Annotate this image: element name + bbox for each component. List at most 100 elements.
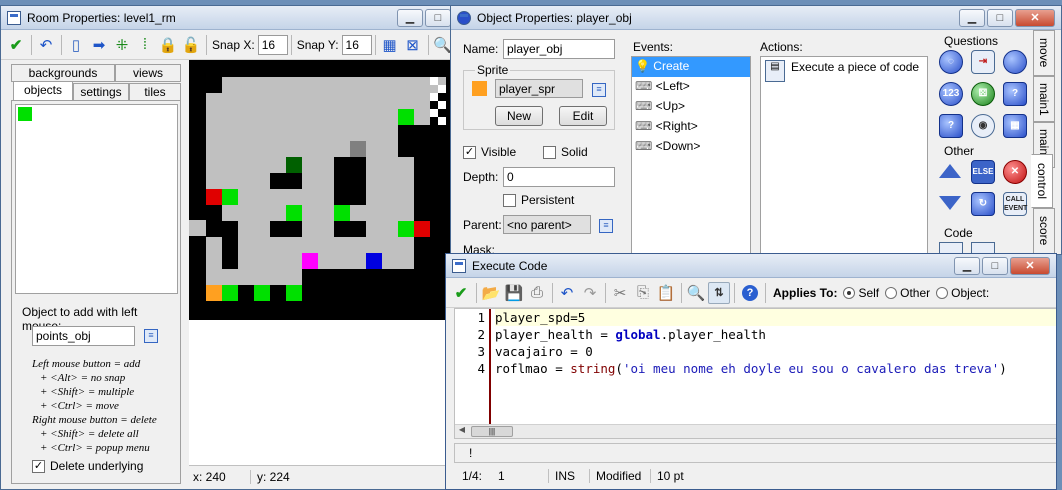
scroll-thumb[interactable]: |||	[471, 426, 513, 437]
maximize-button[interactable]: □	[425, 9, 451, 27]
visible-checkbox[interactable]: ✓ Visible	[463, 145, 516, 160]
isometric-icon[interactable]: ⊠	[402, 34, 424, 56]
tab-score[interactable]: score	[1033, 208, 1055, 254]
tab-objects[interactable]: objects	[13, 81, 73, 101]
check-grid-icon[interactable]: ▦	[1003, 114, 1027, 138]
find-icon[interactable]: 🔍	[685, 282, 707, 304]
action-item[interactable]: ▤ Execute a piece of code	[761, 57, 927, 85]
tab-views[interactable]: views	[115, 64, 181, 82]
test-chance-icon[interactable]: ⚄	[971, 82, 995, 106]
code-editor[interactable]: 1 2 3 4 player_spd=5 player_health = glo…	[454, 308, 1056, 439]
test-expression-icon[interactable]: ?	[939, 114, 963, 138]
status-font-size: 10 pt	[657, 469, 684, 483]
shift-icon[interactable]: ➡	[88, 34, 110, 56]
tab-move[interactable]: move	[1033, 30, 1055, 76]
grid-icon[interactable]: ▦	[379, 34, 401, 56]
applies-other-radio[interactable]: Other	[885, 286, 930, 300]
event-create[interactable]: 💡 Create	[632, 57, 750, 77]
parent-menu-icon[interactable]: ≡	[599, 219, 613, 233]
horizontal-scrollbar[interactable]: ◀ |||	[455, 424, 1056, 438]
code-title-bar[interactable]: Execute Code ▁ □ ✕	[446, 254, 1056, 278]
open-folder-icon[interactable]: 📂	[480, 282, 502, 304]
event-down[interactable]: ⌨ <Down>	[632, 137, 750, 157]
close-button[interactable]: ✕	[1015, 9, 1055, 27]
other-label: Other	[900, 285, 931, 300]
check-collision-icon[interactable]: ⇥	[971, 50, 995, 74]
tab-settings[interactable]: settings	[73, 83, 129, 101]
clear-icon[interactable]: ▯	[65, 34, 87, 56]
parent-field[interactable]: <no parent>	[503, 215, 591, 234]
syntax-check-icon[interactable]: ⇅	[708, 281, 730, 304]
tab-main1[interactable]: main1	[1033, 76, 1055, 122]
repeat-icon[interactable]: ↻	[971, 192, 995, 216]
room-title-bar[interactable]: Room Properties: level1_rm ▁ □	[1, 6, 457, 30]
name-input[interactable]	[503, 39, 615, 59]
sprite-field[interactable]: player_spr	[495, 79, 583, 98]
sort-y-icon[interactable]: ⁞	[134, 34, 156, 56]
scroll-left-arrow[interactable]: ◀	[455, 425, 469, 438]
save-icon[interactable]: 💾	[503, 282, 525, 304]
persistent-checkbox[interactable]: Persistent	[503, 193, 574, 208]
snap-y-input[interactable]	[341, 34, 372, 55]
edit-sprite-button[interactable]: Edit	[559, 106, 607, 126]
room-status-bar: x: 240 y: 224	[189, 465, 454, 487]
cut-icon[interactable]: ✂	[609, 282, 631, 304]
line-number: 1	[477, 310, 485, 325]
minimize-button[interactable]: ▁	[959, 9, 985, 27]
copy-icon[interactable]: ⎘	[632, 282, 654, 304]
lock-icon[interactable]: 🔒	[157, 34, 179, 56]
event-left[interactable]: ⌨ <Left>	[632, 77, 750, 97]
paste-icon[interactable]: 📋	[655, 282, 677, 304]
call-event-icon[interactable]: CALL EVENT	[1003, 192, 1027, 216]
check-mouse-icon[interactable]: ◉	[971, 114, 995, 138]
exit-event-icon[interactable]: ✕	[1003, 160, 1027, 184]
tab-control[interactable]: control	[1031, 154, 1053, 208]
add-object-menu-icon[interactable]: ≡	[144, 329, 158, 343]
unlock-icon[interactable]: 🔓	[180, 34, 202, 56]
minimize-button[interactable]: ▁	[954, 257, 980, 275]
object-title-bar[interactable]: Object Properties: player_obj ▁ □ ✕	[451, 6, 1061, 30]
room-canvas[interactable]	[189, 60, 454, 465]
checkbox-box	[503, 194, 516, 208]
test-instance-count-icon[interactable]: 123	[939, 82, 963, 106]
tab-label: objects	[23, 83, 63, 97]
end-block-icon[interactable]	[939, 196, 961, 210]
close-button[interactable]: ✕	[1010, 257, 1050, 275]
else-icon[interactable]: ELSE	[971, 160, 995, 184]
help-icon[interactable]: ?	[742, 284, 758, 301]
applies-self-radio[interactable]: Self	[843, 286, 879, 300]
events-list[interactable]: 💡 Create ⌨ <Left> ⌨ <Up> ⌨ <Right> ⌨ <Do…	[631, 56, 751, 254]
applies-object-radio[interactable]: Object:	[936, 286, 989, 300]
event-label: <Up>	[655, 99, 686, 113]
code-window-icon	[452, 258, 466, 273]
start-block-icon[interactable]	[939, 164, 961, 178]
tab-label: main1	[1037, 82, 1051, 116]
delete-underlying-checkbox[interactable]: ✓ Delete underlying	[32, 459, 143, 474]
ok-check-icon[interactable]: ✔	[5, 34, 27, 56]
minimize-button[interactable]: ▁	[397, 9, 423, 27]
actions-list[interactable]: ▤ Execute a piece of code	[760, 56, 928, 254]
undo-icon[interactable]: ↶	[556, 282, 578, 304]
event-right[interactable]: ⌨ <Right>	[632, 117, 750, 137]
tab-label: backgrounds	[28, 66, 98, 80]
new-sprite-button[interactable]: New	[495, 106, 543, 126]
sprite-menu-icon[interactable]: ≡	[592, 83, 606, 97]
tab-tiles[interactable]: tiles	[129, 83, 181, 101]
help-line: + <Ctrl> = popup menu	[40, 442, 150, 454]
check-object-icon[interactable]	[1003, 50, 1027, 74]
maximize-button[interactable]: □	[987, 9, 1013, 27]
check-empty-icon[interactable]: ◌	[939, 50, 963, 74]
snap-x-input[interactable]	[257, 34, 288, 55]
solid-checkbox[interactable]: Solid	[543, 145, 588, 160]
depth-input[interactable]	[503, 167, 615, 187]
sort-x-icon[interactable]: ⁜	[111, 34, 133, 56]
check-question-icon[interactable]: ?	[1003, 82, 1027, 106]
add-object-input[interactable]	[32, 326, 135, 346]
print-icon[interactable]: ⎙	[526, 282, 548, 304]
tab-backgrounds[interactable]: backgrounds	[11, 64, 115, 82]
undo-icon[interactable]: ↶	[35, 34, 57, 56]
event-up[interactable]: ⌨ <Up>	[632, 97, 750, 117]
maximize-button[interactable]: □	[982, 257, 1008, 275]
redo-icon[interactable]: ↷	[579, 282, 601, 304]
ok-check-icon[interactable]: ✔	[450, 282, 472, 304]
